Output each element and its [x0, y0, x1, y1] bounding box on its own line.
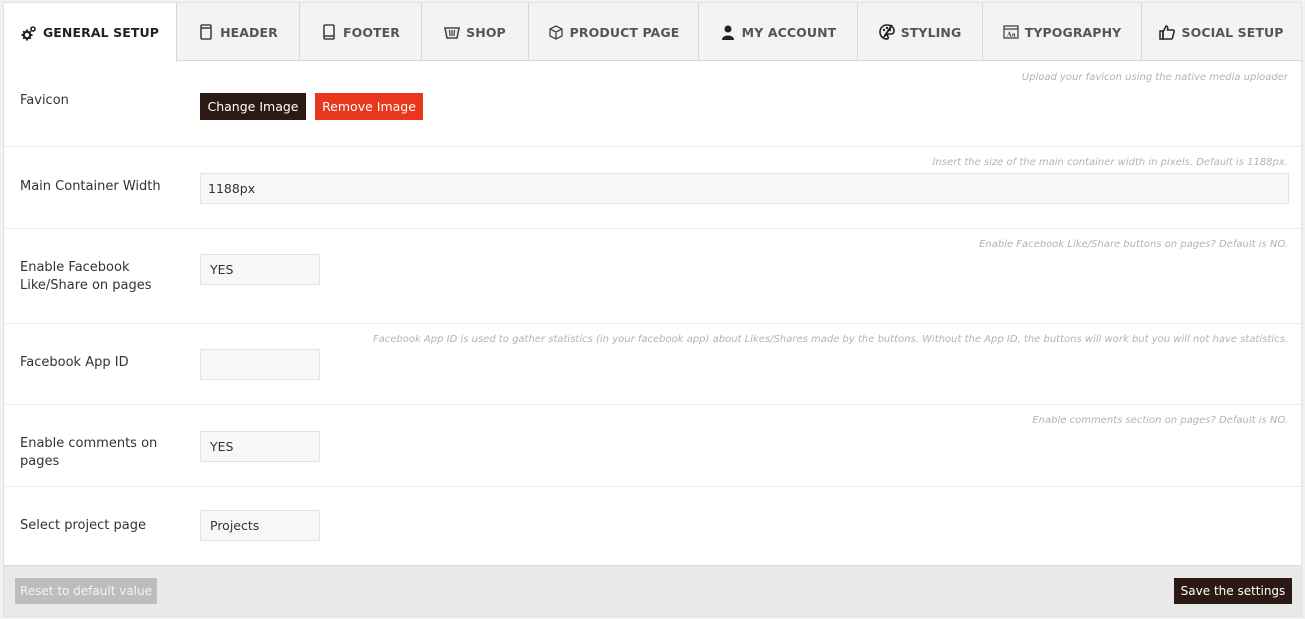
thumbs-up-icon	[1159, 25, 1176, 40]
tab-header[interactable]: HEADER	[177, 3, 300, 61]
change-image-button[interactable]: Change Image	[200, 93, 306, 120]
setting-hint: Insert the size of the main container wi…	[932, 157, 1288, 168]
svg-text:Aa: Aa	[1006, 32, 1016, 39]
setting-row-facebook-like: Enable Facebook Like/Share buttons on pa…	[4, 230, 1301, 324]
tab-styling[interactable]: STYLING	[858, 3, 983, 61]
tab-general-setup[interactable]: GENERAL SETUP	[4, 3, 177, 62]
tab-social-setup[interactable]: SOCIAL SETUP	[1142, 3, 1301, 61]
setting-label: Select project page	[20, 518, 146, 533]
setting-label: Main Container Width	[20, 179, 161, 194]
setting-row-comments: Enable comments section on pages? Defaul…	[4, 406, 1301, 487]
setting-row-project-page: Select project page Projects	[4, 488, 1301, 565]
reset-default-button[interactable]: Reset to default value	[15, 578, 157, 604]
tab-label: PRODUCT PAGE	[569, 24, 680, 40]
font-icon: Aa	[1003, 25, 1019, 39]
tab-product-page[interactable]: PRODUCT PAGE	[529, 3, 699, 61]
setting-label: Favicon	[20, 93, 69, 108]
tab-label: SHOP	[466, 24, 506, 40]
setting-row-favicon: Upload your favicon using the native med…	[4, 62, 1301, 147]
tab-label: GENERAL SETUP	[42, 25, 160, 40]
container-width-input[interactable]: 1188px	[200, 173, 1289, 204]
gears-icon	[21, 25, 36, 40]
tab-label: HEADER	[220, 24, 278, 40]
remove-image-button[interactable]: Remove Image	[315, 93, 423, 120]
facebook-app-id-input[interactable]	[200, 349, 320, 380]
palette-icon	[878, 24, 895, 40]
setting-row-container-width: Insert the size of the main container wi…	[4, 148, 1301, 229]
setting-row-facebook-app-id: Facebook App ID is used to gather statis…	[4, 325, 1301, 405]
user-icon	[721, 25, 734, 40]
tab-label: TYPOGRAPHY	[1024, 24, 1122, 40]
facebook-like-select[interactable]: YES	[200, 254, 320, 285]
setting-label: Enable Facebook Like/Share on pages	[20, 260, 152, 293]
setting-hint: Enable Facebook Like/Share buttons on pa…	[979, 239, 1288, 250]
tablet-icon	[200, 24, 212, 40]
tab-typography[interactable]: Aa TYPOGRAPHY	[983, 3, 1142, 61]
tab-bar: GENERAL SETUP HEADER FOOTER SHOP PRODUCT…	[4, 3, 1301, 62]
save-settings-button[interactable]: Save the settings	[1174, 578, 1292, 604]
tab-shop[interactable]: SHOP	[422, 3, 529, 61]
setting-hint: Enable comments section on pages? Defaul…	[1032, 415, 1288, 426]
tab-label: MY ACCOUNT	[741, 24, 837, 40]
setting-label: Enable comments on pages	[20, 436, 158, 469]
setting-hint: Upload your favicon using the native med…	[1021, 72, 1288, 83]
comments-select[interactable]: YES	[200, 431, 320, 462]
box-icon	[549, 25, 563, 40]
mobile-icon	[323, 24, 335, 40]
tab-footer[interactable]: FOOTER	[300, 3, 422, 61]
settings-panel: GENERAL SETUP HEADER FOOTER SHOP PRODUCT…	[3, 2, 1302, 617]
tab-label: FOOTER	[342, 24, 401, 40]
tab-label: SOCIAL SETUP	[1181, 24, 1284, 40]
setting-label: Facebook App ID	[20, 355, 129, 370]
setting-hint: Facebook App ID is used to gather statis…	[372, 334, 1288, 345]
project-page-select[interactable]: Projects	[200, 510, 320, 541]
tab-my-account[interactable]: MY ACCOUNT	[699, 3, 858, 61]
tab-label: STYLING	[900, 24, 962, 40]
basket-icon	[444, 27, 461, 39]
settings-footer: Reset to default value Save the settings	[4, 565, 1301, 616]
